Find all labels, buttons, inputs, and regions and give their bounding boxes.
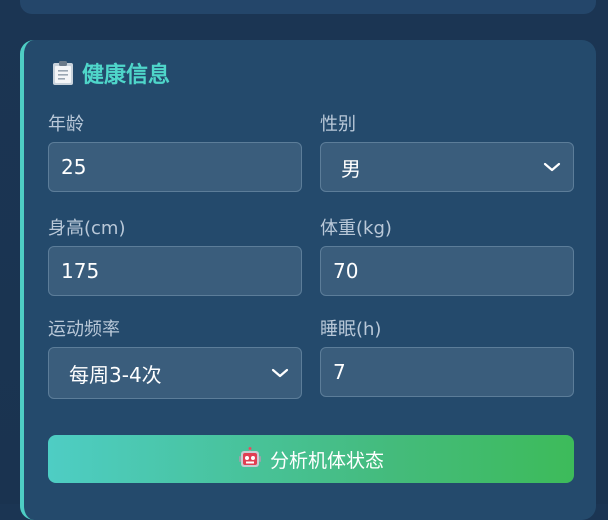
chevron-down-icon <box>543 162 561 172</box>
height-input[interactable]: 175 <box>48 246 302 296</box>
height-value: 175 <box>61 259 100 283</box>
chevron-down-icon <box>271 368 289 378</box>
analyze-button-label: 分析机体状态 <box>269 449 384 472</box>
previous-card <box>20 0 596 14</box>
sleep-label: 睡眠(h) <box>320 319 382 340</box>
weight-input[interactable]: 70 <box>320 246 574 296</box>
age-label: 年龄 <box>48 114 84 135</box>
clipboard-icon <box>53 61 73 85</box>
health-info-card: 健康信息 年龄 25 性别 男 身高(cm) 175 体重(kg) 70 运动频… <box>20 40 596 520</box>
gender-select[interactable]: 男 <box>320 142 574 192</box>
card-title: 健康信息 <box>52 57 170 89</box>
age-input[interactable]: 25 <box>48 142 302 192</box>
height-label: 身高(cm) <box>48 218 126 239</box>
analyze-button[interactable]: 分析机体状态 <box>48 435 574 483</box>
gender-value: 男 <box>341 156 361 181</box>
weight-label: 体重(kg) <box>320 218 392 239</box>
weight-value: 70 <box>333 259 359 283</box>
exercise-label: 运动频率 <box>48 319 120 340</box>
sleep-input[interactable]: 7 <box>320 347 574 397</box>
gender-label: 性别 <box>320 114 356 135</box>
age-value: 25 <box>61 155 87 179</box>
exercise-value: 每周3-4次 <box>69 362 162 387</box>
card-title-text: 健康信息 <box>82 63 171 88</box>
exercise-select[interactable]: 每周3-4次 <box>48 347 302 399</box>
sleep-value: 7 <box>333 360 346 384</box>
robot-icon <box>238 447 261 467</box>
